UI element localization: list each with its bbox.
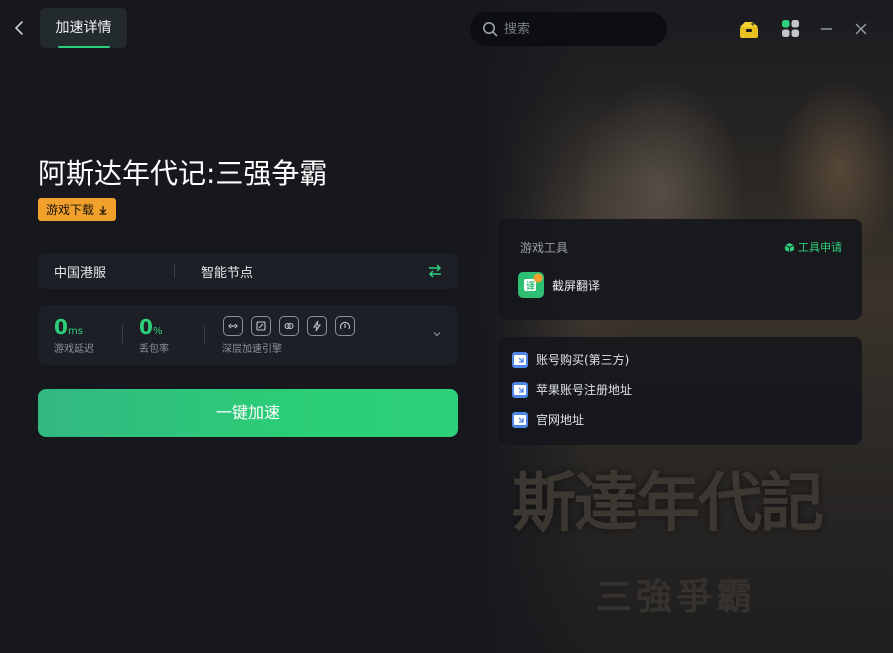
chevron-down-icon[interactable]: [432, 329, 442, 339]
close-button[interactable]: [850, 18, 872, 40]
download-icon: [99, 205, 107, 215]
apps-grid-button[interactable]: [780, 18, 802, 40]
one-click-accelerate-button[interactable]: 一键加速: [38, 389, 458, 437]
minimize-button[interactable]: [816, 18, 838, 40]
minimize-icon: [821, 28, 832, 30]
search-icon: [483, 22, 498, 37]
tool-apply-link[interactable]: 工具申请: [784, 239, 842, 255]
web-link-icon: [512, 351, 528, 368]
link-label: 账号购买(第三方): [536, 353, 630, 367]
link-label: 官网地址: [536, 413, 585, 427]
stats-divider: [122, 325, 123, 343]
grid-icon: [782, 20, 799, 37]
web-link-icon: [512, 381, 528, 398]
latency-value: 0: [54, 315, 68, 339]
background-game-logo-subtitle: 三強爭霸: [596, 576, 757, 618]
tab-acceleration-details[interactable]: 加速详情: [40, 8, 127, 48]
close-icon: [855, 23, 867, 35]
acceleration-stats: 0 ms 游戏延迟 0 % 丢包率 深层加速引擎: [38, 305, 458, 365]
engine-multilink-icon: [279, 316, 299, 336]
cube-icon: [784, 242, 795, 252]
server-region-label[interactable]: 中国港服: [54, 262, 106, 281]
tab-active-indicator: [58, 46, 110, 48]
background-game-logo-title: 斯達年代記: [512, 466, 824, 541]
tools-title: 游戏工具: [520, 241, 569, 255]
swap-icon[interactable]: [426, 262, 444, 280]
screenshot-translate-icon: 译: [518, 272, 544, 298]
game-links-panel: 账号购买(第三方) 苹果账号注册地址 官网地址: [498, 337, 862, 445]
tool-item-screenshot-translate[interactable]: 译 截屏翻译: [518, 272, 600, 298]
link-label: 苹果账号注册地址: [536, 383, 633, 397]
packet-loss-label: 丢包率: [139, 344, 169, 355]
engine-label: 深层加速引擎: [222, 344, 282, 355]
link-apple-account-register[interactable]: 苹果账号注册地址: [512, 381, 632, 398]
gift-box-button[interactable]: +1: [738, 18, 761, 40]
stats-divider: [204, 325, 205, 343]
packet-loss-unit: %: [153, 326, 163, 337]
download-label: 游戏下载: [46, 203, 95, 217]
search-bar[interactable]: [470, 12, 667, 46]
back-button[interactable]: [12, 18, 28, 38]
engine-route-icon: [251, 316, 271, 336]
server-node-label[interactable]: 智能节点: [201, 262, 253, 281]
tab-label: 加速详情: [55, 20, 112, 36]
game-tools-panel: 游戏工具 工具申请 译 截屏翻译: [498, 219, 862, 320]
latency-label: 游戏延迟: [54, 344, 94, 355]
latency-unit: ms: [68, 326, 83, 337]
engine-speed-icon: [335, 316, 355, 336]
engine-link-icon: [223, 316, 243, 336]
tool-apply-label: 工具申请: [798, 241, 842, 254]
gift-plus-icon: +1: [740, 20, 761, 38]
server-divider: [174, 264, 175, 278]
link-official-site[interactable]: 官网地址: [512, 411, 584, 428]
background-fade: [480, 0, 590, 653]
game-title: 阿斯达年代记:三强争霸: [38, 157, 328, 190]
link-account-purchase[interactable]: 账号购买(第三方): [512, 351, 629, 368]
web-link-icon: [512, 411, 528, 428]
engine-boost-icon: [307, 316, 327, 336]
game-download-button[interactable]: 游戏下载: [38, 198, 117, 221]
svg-text:译: 译: [526, 280, 536, 292]
search-input[interactable]: [504, 21, 654, 37]
chevron-left-icon: [14, 21, 23, 35]
svg-text:+1: +1: [750, 20, 760, 28]
server-selector[interactable]: 中国港服 智能节点: [38, 253, 458, 289]
packet-loss-value: 0: [139, 315, 153, 339]
tool-item-label: 截屏翻译: [552, 278, 601, 293]
